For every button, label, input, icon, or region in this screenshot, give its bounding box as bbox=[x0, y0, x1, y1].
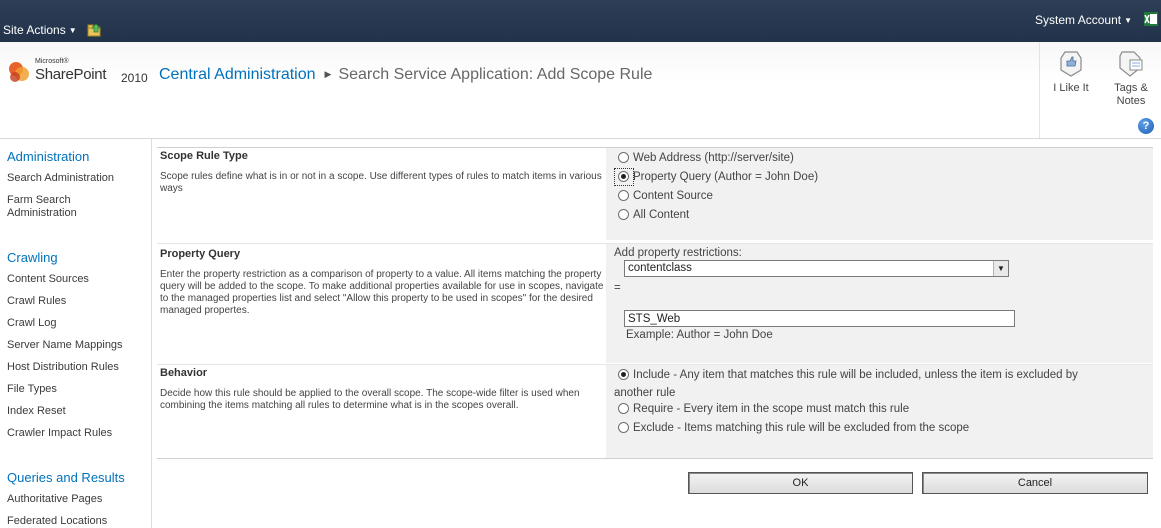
navigate-up-icon[interactable] bbox=[87, 23, 101, 37]
breadcrumb-root-link[interactable]: Central Administration bbox=[159, 66, 316, 83]
user-menu[interactable]: System Account ▼ bbox=[1035, 13, 1132, 27]
i-like-it-label: I Like It bbox=[1053, 82, 1089, 94]
nav-item-authoritative-pages[interactable]: Authoritative Pages bbox=[7, 493, 147, 506]
property-select-value: contentclass bbox=[628, 262, 692, 274]
sharepoint-logo: Microsoft® SharePoint 2010 bbox=[7, 57, 148, 89]
nav-item-host-distribution-rules[interactable]: Host Distribution Rules bbox=[7, 361, 147, 374]
tags-notes-icon bbox=[1119, 51, 1143, 77]
user-name: System Account bbox=[1035, 13, 1122, 27]
nav-item-index-reset[interactable]: Index Reset bbox=[7, 405, 147, 418]
nav-item-crawler-impact-rules[interactable]: Crawler Impact Rules bbox=[7, 427, 147, 440]
nav-item-crawl-rules[interactable]: Crawl Rules bbox=[7, 295, 147, 308]
sharepoint-logo-icon bbox=[9, 62, 29, 82]
radio-label-include-continued: another rule bbox=[614, 387, 676, 399]
radio-label-all-content[interactable]: All Content bbox=[633, 209, 689, 221]
scope-rule-type-description: Scope rules define what is in or not in … bbox=[160, 171, 602, 194]
behavior-section: Behavior Decide how this rule should be … bbox=[157, 365, 606, 458]
breadcrumb: Central Administration ▶ Search Service Ap… bbox=[159, 66, 652, 84]
property-select[interactable]: contentclass ▼ bbox=[624, 260, 1009, 277]
radio-all-content[interactable] bbox=[618, 209, 629, 220]
title-area: Microsoft® SharePoint 2010 Central Admin… bbox=[0, 42, 1161, 139]
tags-notes-label-line2: Notes bbox=[1116, 95, 1146, 107]
tags-notes-label-line1: Tags & bbox=[1114, 82, 1148, 94]
radio-include[interactable] bbox=[618, 369, 629, 380]
property-query-title: Property Query bbox=[160, 248, 241, 260]
scope-rule-type-title: Scope Rule Type bbox=[160, 150, 248, 162]
tags-notes-button[interactable]: Tags & Notes bbox=[1102, 50, 1160, 108]
nav-item-server-name-mappings[interactable]: Server Name Mappings bbox=[7, 339, 147, 352]
i-like-it-button[interactable]: I Like It bbox=[1042, 50, 1100, 95]
site-actions-label: Site Actions bbox=[3, 23, 66, 37]
property-example-text: Example: Author = John Doe bbox=[626, 329, 773, 341]
nav-item-content-sources[interactable]: Content Sources bbox=[7, 273, 147, 286]
ok-button[interactable]: OK bbox=[688, 472, 913, 494]
site-actions-menu[interactable]: Site Actions ▼ bbox=[3, 23, 77, 37]
radio-label-content-source[interactable]: Content Source bbox=[633, 190, 713, 202]
cancel-button[interactable]: Cancel bbox=[922, 472, 1148, 494]
property-query-section: Property Query Enter the property restri… bbox=[157, 244, 606, 363]
radio-require[interactable] bbox=[618, 403, 629, 414]
page-title: Search Service Application: Add Scope Ru… bbox=[338, 66, 653, 83]
equals-sign: = bbox=[614, 282, 621, 294]
nav-heading-queries-and-results[interactable]: Queries and Results bbox=[7, 470, 125, 485]
left-navigation: Administration Search Administration Far… bbox=[0, 139, 152, 528]
radio-exclude[interactable] bbox=[618, 422, 629, 433]
chevron-down-icon: ▼ bbox=[1124, 16, 1132, 25]
radio-label-require[interactable]: Require - Every item in the scope must m… bbox=[633, 403, 909, 415]
nav-item-search-administration[interactable]: Search Administration bbox=[7, 172, 147, 185]
nav-item-federated-locations[interactable]: Federated Locations bbox=[7, 515, 147, 528]
top-ribbon: Site Actions ▼ System Account ▼ bbox=[0, 0, 1161, 42]
thumbs-up-tag-icon bbox=[1060, 51, 1082, 77]
nav-heading-crawling[interactable]: Crawling bbox=[7, 250, 58, 265]
radio-label-include[interactable]: Include - Any item that matches this rul… bbox=[633, 369, 1078, 381]
logo-year-text: 2010 bbox=[121, 71, 148, 85]
nav-item-farm-search-administration[interactable]: Farm Search Administration bbox=[7, 194, 117, 220]
chevron-down-icon: ▼ bbox=[68, 26, 77, 35]
breadcrumb-separator-icon: ▶ bbox=[324, 69, 332, 79]
excel-icon[interactable] bbox=[1144, 12, 1158, 26]
nav-item-file-types[interactable]: File Types bbox=[7, 383, 147, 396]
nav-item-crawl-log[interactable]: Crawl Log bbox=[7, 317, 147, 330]
radio-label-exclude[interactable]: Exclude - Items matching this rule will … bbox=[633, 422, 969, 434]
property-value-input[interactable] bbox=[624, 310, 1015, 327]
radio-label-web-address[interactable]: Web Address (http://server/site) bbox=[633, 152, 794, 164]
radio-content-source[interactable] bbox=[618, 190, 629, 201]
property-query-description: Enter the property restriction as a comp… bbox=[160, 269, 604, 316]
logo-product-text: SharePoint bbox=[35, 66, 107, 83]
behavior-title: Behavior bbox=[160, 367, 208, 379]
help-icon[interactable]: ? bbox=[1138, 118, 1154, 134]
behavior-description: Decide how this rule should be applied t… bbox=[160, 388, 580, 411]
section-divider bbox=[157, 458, 1153, 459]
radio-label-property-query[interactable]: Property Query (Author = John Doe) bbox=[633, 171, 818, 183]
scope-rule-type-section: Scope Rule Type Scope rules define what … bbox=[157, 148, 606, 240]
chevron-down-icon[interactable]: ▼ bbox=[993, 261, 1008, 276]
radio-web-address[interactable] bbox=[618, 152, 629, 163]
logo-microsoft-text: Microsoft® bbox=[35, 58, 69, 65]
add-property-restrictions-label: Add property restrictions: bbox=[614, 247, 742, 259]
radio-property-query[interactable] bbox=[618, 171, 629, 182]
nav-heading-administration[interactable]: Administration bbox=[7, 149, 89, 164]
